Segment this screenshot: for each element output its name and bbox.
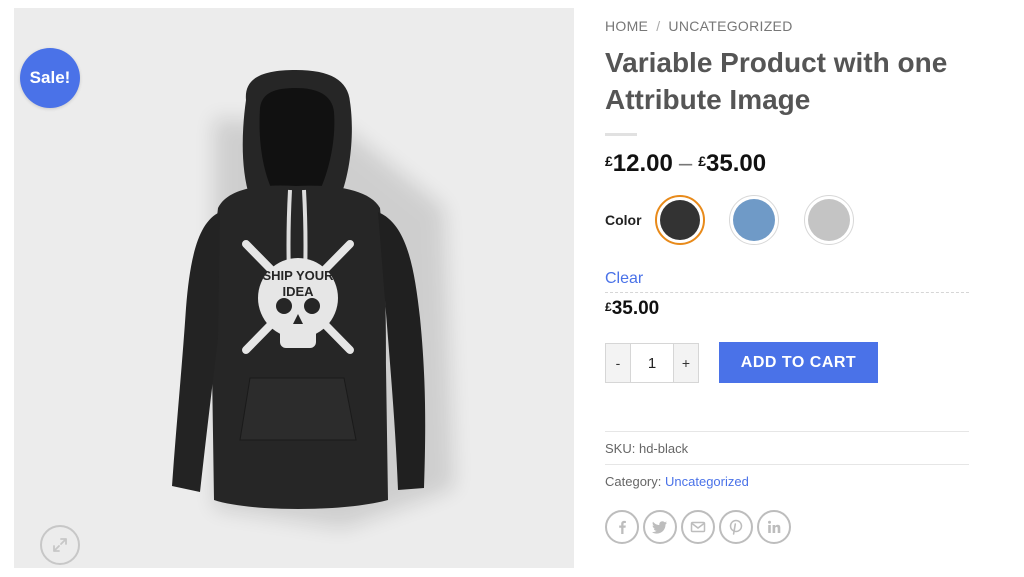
swatch-blue[interactable] (729, 195, 779, 245)
divider (605, 292, 969, 293)
price-separator: – (678, 150, 693, 177)
facebook-icon (619, 520, 626, 534)
clear-link[interactable]: Clear (605, 270, 643, 288)
breadcrumb-category[interactable]: UNCATEGORIZED (668, 18, 792, 34)
email-icon (690, 521, 706, 533)
category-link[interactable]: Uncategorized (665, 474, 749, 489)
swatch-fill (660, 200, 700, 240)
quantity-minus-button[interactable]: - (606, 344, 630, 382)
title-divider (605, 133, 637, 136)
share-facebook-button[interactable] (605, 510, 639, 544)
swatch-grey[interactable] (804, 195, 854, 245)
swatch-fill (733, 199, 775, 241)
variation-price-amount: 35.00 (611, 298, 660, 319)
print-text-1: SHIP YOUR (262, 268, 334, 283)
swatch-black[interactable] (655, 195, 705, 245)
share-icons (605, 510, 791, 544)
product-title: Variable Product with one Attribute Imag… (605, 47, 948, 115)
linkedin-icon (768, 520, 781, 533)
sku-value: hd-black (638, 441, 689, 456)
sku-label: SKU: (605, 441, 636, 456)
currency-symbol: £ (698, 153, 707, 169)
add-to-cart-button[interactable]: ADD TO CART (719, 342, 878, 383)
quantity-input[interactable]: 1 (630, 344, 674, 382)
sku-line: SKU: hd-black (605, 441, 688, 456)
zoom-button[interactable] (40, 525, 80, 565)
share-linkedin-button[interactable] (757, 510, 791, 544)
product-gallery: SHIP YOUR IDEA Sale! (14, 8, 574, 568)
breadcrumb-home[interactable]: HOME (605, 18, 648, 34)
sale-badge: Sale! (20, 48, 80, 108)
pinterest-icon (729, 519, 743, 535)
breadcrumb-separator: / (656, 18, 661, 34)
currency-symbol: £ (605, 153, 613, 169)
share-pinterest-button[interactable] (719, 510, 753, 544)
color-label: Color (605, 212, 642, 228)
breadcrumb: HOME / UNCATEGORIZED (605, 18, 793, 34)
price-range: £12.00– £35.00 (605, 150, 766, 178)
variation-price: £35.00 (605, 298, 659, 320)
currency-symbol: £ (605, 300, 612, 314)
category-label: Category: (605, 474, 662, 489)
share-twitter-button[interactable] (643, 510, 677, 544)
swatch-fill (808, 199, 850, 241)
expand-icon (53, 538, 67, 552)
divider (605, 464, 969, 465)
share-email-button[interactable] (681, 510, 715, 544)
category-line: Category: Uncategorized (605, 474, 749, 489)
quantity-stepper: - 1 + (605, 343, 699, 383)
divider (605, 431, 969, 432)
print-text-2: IDEA (282, 284, 314, 299)
product-image[interactable]: SHIP YOUR IDEA (14, 8, 574, 568)
price-min: 12.00 (612, 150, 673, 177)
twitter-icon (652, 521, 667, 534)
quantity-plus-button[interactable]: + (674, 344, 698, 382)
price-max: 35.00 (706, 150, 767, 177)
